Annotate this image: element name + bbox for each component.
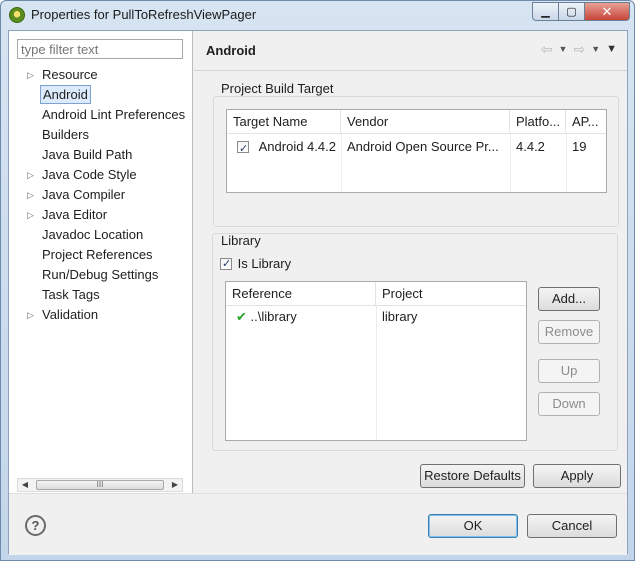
tree-item-label: Resource bbox=[42, 67, 98, 82]
property-tree: ▷ Resource Android Android Lint Preferenc… bbox=[9, 65, 193, 325]
column-header-reference[interactable]: Reference bbox=[226, 282, 376, 306]
column-header-platform[interactable]: Platfo... bbox=[510, 110, 566, 134]
up-button[interactable]: Up bbox=[538, 359, 600, 383]
is-library-option[interactable]: Is Library bbox=[220, 255, 291, 273]
minimize-button[interactable]: ▁ bbox=[532, 2, 559, 21]
tree-item-label: Project References bbox=[42, 247, 153, 262]
view-menu-icon[interactable]: ▼ bbox=[606, 43, 617, 58]
dialog-button-bar: ? OK Cancel bbox=[9, 493, 627, 555]
scroll-left-icon[interactable]: ◀ bbox=[18, 479, 32, 491]
tree-item-label: Java Code Style bbox=[42, 167, 137, 182]
property-page-nav: ▷ Resource Android Android Lint Preferenc… bbox=[9, 31, 193, 493]
tree-item-label: Android bbox=[40, 85, 91, 104]
android-property-page: Android ⇦ ▼ ⇨ ▼ ▼ Project Build Target T… bbox=[194, 31, 627, 493]
apply-button[interactable]: Apply bbox=[533, 464, 621, 488]
forward-dropdown-icon[interactable]: ▼ bbox=[591, 44, 600, 58]
tree-item-label: Javadoc Location bbox=[42, 227, 144, 242]
column-header-project[interactable]: Project bbox=[376, 282, 526, 306]
build-target-label: Project Build Target bbox=[221, 81, 334, 96]
tree-item-builders[interactable]: Builders bbox=[9, 125, 193, 145]
page-title: Android bbox=[206, 43, 256, 58]
window-controls: ▁ ▢ ✕ bbox=[532, 2, 630, 21]
expand-arrow-icon[interactable]: ▷ bbox=[27, 185, 34, 205]
expand-arrow-icon[interactable]: ▷ bbox=[27, 165, 34, 185]
add-button[interactable]: Add... bbox=[538, 287, 600, 311]
tree-item-javadoc-location[interactable]: Javadoc Location bbox=[9, 225, 193, 245]
api-cell: 19 bbox=[572, 139, 587, 154]
reference-value: ..\library bbox=[250, 309, 297, 324]
tree-item-label: Task Tags bbox=[42, 287, 100, 302]
scroll-thumb[interactable]: III bbox=[36, 480, 164, 490]
tree-item-label: Java Editor bbox=[42, 207, 108, 222]
target-name-value: Android 4.4.2 bbox=[258, 139, 336, 154]
tree-item-label: Validation bbox=[42, 307, 99, 322]
library-group: Library Is Library Reference Project ✔ .… bbox=[212, 233, 618, 451]
tree-item-android[interactable]: Android bbox=[9, 85, 193, 105]
page-header: Android ⇦ ▼ ⇨ ▼ ▼ bbox=[194, 31, 627, 71]
column-header-api[interactable]: AP... bbox=[566, 110, 606, 134]
back-arrow-icon[interactable]: ⇦ bbox=[541, 41, 553, 58]
platform-cell: 4.4.2 bbox=[516, 139, 545, 154]
is-library-checkbox[interactable] bbox=[220, 255, 232, 273]
tree-item-task-tags[interactable]: Task Tags bbox=[9, 285, 193, 305]
is-library-label: Is Library bbox=[237, 256, 292, 271]
table-header: Reference Project bbox=[226, 282, 526, 306]
tree-item-label: Run/Debug Settings bbox=[42, 267, 159, 282]
cancel-button[interactable]: Cancel bbox=[527, 514, 617, 538]
target-name-cell[interactable]: Android 4.4.2 bbox=[231, 136, 341, 158]
tree-item-label: Android Lint Preferences bbox=[42, 107, 186, 122]
reference-cell[interactable]: ✔ ..\library bbox=[230, 306, 376, 328]
tree-item-label: Java Compiler bbox=[42, 187, 126, 202]
tree-item-java-compiler[interactable]: ▷ Java Compiler bbox=[9, 185, 193, 205]
column-header-target-name[interactable]: Target Name bbox=[227, 110, 341, 134]
dialog-client-area: ▷ Resource Android Android Lint Preferenc… bbox=[8, 30, 628, 555]
remove-button[interactable]: Remove bbox=[538, 320, 600, 344]
library-label: Library bbox=[221, 233, 261, 248]
expand-arrow-icon[interactable]: ▷ bbox=[27, 205, 34, 225]
table-header: Target Name Vendor Platfo... AP... bbox=[227, 110, 606, 134]
expand-arrow-icon[interactable]: ▷ bbox=[27, 305, 34, 325]
tree-item-java-code-style[interactable]: ▷ Java Code Style bbox=[9, 165, 193, 185]
tree-item-java-build-path[interactable]: Java Build Path bbox=[9, 145, 193, 165]
minimize-icon: ▁ bbox=[541, 6, 550, 18]
tree-item-run-debug-settings[interactable]: Run/Debug Settings bbox=[9, 265, 193, 285]
maximize-button[interactable]: ▢ bbox=[559, 2, 585, 21]
column-header-vendor[interactable]: Vendor bbox=[341, 110, 510, 134]
tree-item-android-lint-preferences[interactable]: Android Lint Preferences bbox=[9, 105, 193, 125]
maximize-icon: ▢ bbox=[566, 6, 577, 18]
scroll-right-icon[interactable]: ▶ bbox=[168, 479, 182, 491]
project-cell: library bbox=[382, 309, 418, 324]
window-title: Properties for PullToRefreshViewPager bbox=[31, 7, 257, 22]
filter-input[interactable] bbox=[17, 39, 183, 59]
tree-item-project-references[interactable]: Project References bbox=[9, 245, 193, 265]
tree-item-label: Java Build Path bbox=[42, 147, 133, 162]
tree-item-validation[interactable]: ▷ Validation bbox=[9, 305, 193, 325]
down-button[interactable]: Down bbox=[538, 392, 600, 416]
tree-item-resource[interactable]: ▷ Resource bbox=[9, 65, 193, 85]
vendor-cell: Android Open Source Pr... bbox=[347, 139, 499, 154]
library-reference-table[interactable]: Reference Project ✔ ..\library library bbox=[225, 281, 527, 441]
restore-defaults-button[interactable]: Restore Defaults bbox=[420, 464, 525, 488]
close-icon: ✕ bbox=[601, 3, 613, 19]
build-target-group: Project Build Target Target Name Vendor … bbox=[212, 81, 619, 227]
expand-arrow-icon[interactable]: ▷ bbox=[27, 65, 34, 85]
close-button[interactable]: ✕ bbox=[585, 2, 630, 21]
properties-window: Properties for PullToRefreshViewPager ▁ … bbox=[0, 0, 635, 561]
history-nav: ⇦ ▼ ⇨ ▼ ▼ bbox=[541, 41, 617, 58]
check-icon: ✔ bbox=[236, 309, 247, 324]
tree-item-label: Builders bbox=[42, 127, 89, 142]
app-icon bbox=[9, 7, 25, 23]
horizontal-scrollbar[interactable]: ◀ III ▶ bbox=[17, 478, 183, 492]
help-icon[interactable]: ? bbox=[25, 515, 46, 536]
forward-arrow-icon[interactable]: ⇨ bbox=[573, 41, 585, 58]
tree-item-java-editor[interactable]: ▷ Java Editor bbox=[9, 205, 193, 225]
title-bar[interactable]: Properties for PullToRefreshViewPager ▁ … bbox=[1, 1, 634, 29]
back-dropdown-icon[interactable]: ▼ bbox=[559, 44, 568, 58]
ok-button[interactable]: OK bbox=[428, 514, 518, 538]
target-checkbox[interactable] bbox=[237, 138, 249, 158]
build-target-table[interactable]: Target Name Vendor Platfo... AP... Andro… bbox=[226, 109, 607, 193]
